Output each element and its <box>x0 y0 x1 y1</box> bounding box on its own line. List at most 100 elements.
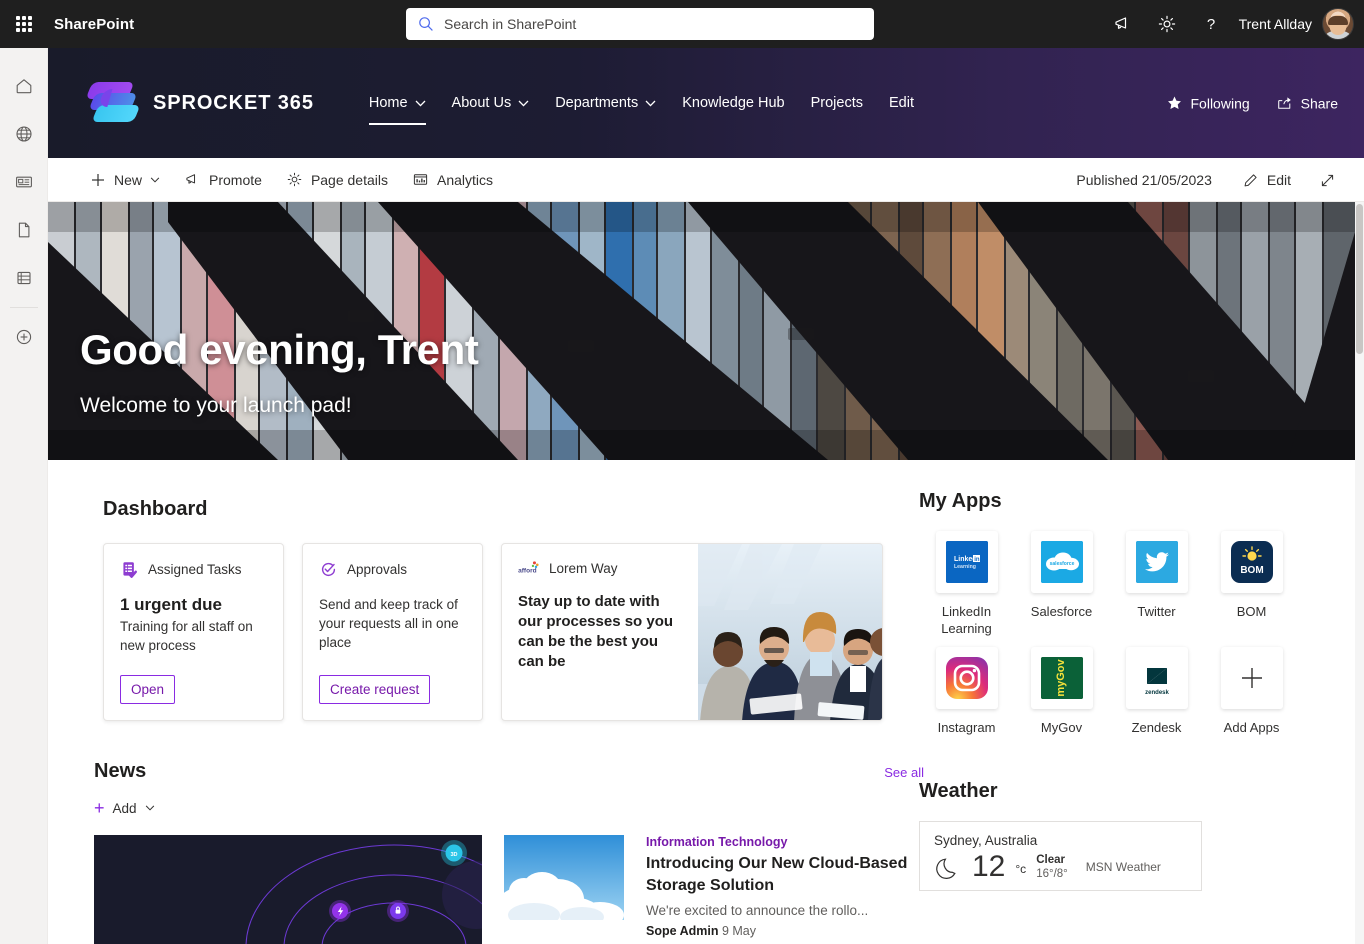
bom-icon: BOM <box>1230 541 1273 583</box>
search-input[interactable] <box>444 16 862 32</box>
plus-circle-icon <box>16 329 31 345</box>
published-status: Published 21/05/2023 <box>1076 172 1212 188</box>
nav-item-edit[interactable]: Edit <box>879 89 924 117</box>
add-news-button[interactable]: + Add <box>94 799 155 817</box>
app-icon-wrap <box>1125 531 1188 593</box>
news-item-featured[interactable]: 3D <box>94 835 482 944</box>
nav-item-home[interactable]: Home <box>359 89 436 125</box>
card-label: Approvals <box>347 562 408 577</box>
hero-subtitle: Welcome to your launch pad! <box>80 394 352 417</box>
svg-text:BOM: BOM <box>1240 565 1263 576</box>
site-navigation: Home About Us Departments Knowledge Hub … <box>359 48 924 158</box>
analytics-label: Analytics <box>437 171 494 188</box>
assigned-tasks-icon <box>123 562 138 578</box>
svg-text:3D: 3D <box>450 852 457 858</box>
my-apps-section: My Apps Linked in Learning LinkedIn Lear… <box>919 490 1299 746</box>
svg-text:zendesk: zendesk <box>1145 690 1169 696</box>
pencil-icon <box>1244 173 1257 186</box>
promote-button[interactable]: Promote <box>172 158 274 202</box>
nav-item-label: Projects <box>810 95 863 111</box>
analytics-button[interactable]: Analytics <box>400 158 505 202</box>
app-label: Zendesk <box>1131 720 1182 735</box>
app-label: Twitter <box>1137 604 1176 619</box>
app-tile-zendesk[interactable]: zendesk Zendesk <box>1109 647 1204 746</box>
following-button[interactable]: Following <box>1166 95 1250 112</box>
sprocket-logo-icon[interactable] <box>85 80 141 126</box>
promote-label: Promote <box>209 171 262 188</box>
search-box[interactable] <box>406 8 874 40</box>
card-label: Assigned Tasks <box>148 562 242 577</box>
app-tile-add-apps[interactable]: Add Apps <box>1204 647 1299 746</box>
sidebar-item-lists[interactable] <box>0 254 48 302</box>
news-category[interactable]: Information Technology <box>646 835 924 849</box>
nav-item-projects[interactable]: Projects <box>801 89 873 117</box>
megaphone-button[interactable] <box>1101 0 1145 48</box>
app-label: BOM <box>1236 604 1267 619</box>
chevron-down-icon <box>150 176 160 183</box>
help-button[interactable]: ? <box>1189 0 1233 48</box>
svg-text:?: ? <box>1206 16 1214 33</box>
app-label: Salesforce <box>1030 604 1093 619</box>
app-tile-salesforce[interactable]: salesforce Salesforce <box>1014 531 1109 647</box>
news-item[interactable]: Information Technology Introducing Our N… <box>504 835 924 944</box>
edit-button[interactable]: Edit <box>1230 158 1303 202</box>
card-approvals[interactable]: Approvals Send and keep track of your re… <box>302 543 483 721</box>
app-icon-wrap: myGov <box>1030 647 1093 709</box>
weather-card[interactable]: Sydney, Australia 12 °c Clear 16°/8° MSN… <box>919 821 1202 891</box>
app-tile-bom[interactable]: BOM BOM <box>1204 531 1299 647</box>
app-launcher-button[interactable] <box>0 0 48 48</box>
gear-icon <box>1158 15 1175 33</box>
home-icon <box>16 79 31 94</box>
edit-label: Edit <box>1266 172 1291 188</box>
page-details-button[interactable]: Page details <box>274 158 400 202</box>
card-body: afford Lorem Way Stay up to date with ou… <box>502 544 698 720</box>
nav-item-label: Edit <box>889 95 914 111</box>
weather-location: Sydney, Australia <box>934 833 1038 848</box>
suite-bar: SharePoint ? Trent Allday <box>0 0 1364 48</box>
sidebar-item-home[interactable] <box>0 62 48 110</box>
app-tile-instagram[interactable]: Instagram <box>919 647 1014 746</box>
avatar[interactable] <box>1322 8 1354 40</box>
expand-button[interactable] <box>1307 158 1348 202</box>
command-bar-right: Published 21/05/2023 Edit <box>1076 158 1348 202</box>
news-snippet: We're excited to announce the rollo... <box>646 903 869 918</box>
share-icon <box>1277 97 1291 109</box>
page-title: Good evening, Trent <box>80 326 479 373</box>
app-icon-wrap: BOM <box>1220 531 1283 593</box>
share-button[interactable]: Share <box>1276 95 1338 112</box>
create-request-button[interactable]: Create request <box>319 675 431 704</box>
open-button[interactable]: Open <box>120 675 176 704</box>
waffle-icon <box>16 16 32 32</box>
sidebar-item-files[interactable] <box>0 206 48 254</box>
card-assigned-tasks[interactable]: Assigned Tasks 1 urgent due Training for… <box>103 543 284 721</box>
news-title[interactable]: Introducing Our New Cloud-Based Storage … <box>646 853 924 897</box>
sidebar-item-create[interactable] <box>0 313 48 361</box>
news-list: 3D Information Technology Introducing Ou… <box>94 835 924 944</box>
nav-item-knowledge-hub[interactable]: Knowledge Hub <box>672 89 794 117</box>
weather-source: MSN Weather <box>1085 860 1161 874</box>
app-tile-mygov[interactable]: myGov MyGov <box>1014 647 1109 746</box>
sidebar-item-sites[interactable] <box>0 110 48 158</box>
site-title[interactable]: SPROCKET 365 <box>153 92 314 115</box>
see-all-link[interactable]: See all <box>884 765 924 780</box>
app-tile-linkedin-learning[interactable]: Linked in Learning LinkedIn Learning <box>919 531 1014 647</box>
new-label: New <box>114 171 143 188</box>
nav-item-departments[interactable]: Departments <box>545 89 666 117</box>
card-header: Approvals <box>319 560 466 579</box>
star-icon <box>1167 96 1181 109</box>
sidebar-item-news[interactable] <box>0 158 48 206</box>
weather-unit: °c <box>1015 862 1027 876</box>
dashboard-heading: Dashboard <box>103 498 208 520</box>
instagram-icon <box>945 657 988 699</box>
suite-title[interactable]: SharePoint <box>54 16 134 33</box>
nav-item-about-us[interactable]: About Us <box>442 89 540 117</box>
card-header: afford Lorem Way <box>518 560 682 576</box>
card-lorem-way[interactable]: afford Lorem Way Stay up to date with ou… <box>501 543 883 721</box>
weather-section: Weather Sydney, Australia 12 °c Clear 16… <box>919 780 1259 891</box>
page-scrollbar[interactable] <box>1355 202 1364 944</box>
user-name[interactable]: Trent Allday <box>1239 16 1312 32</box>
scrollbar-thumb[interactable] <box>1356 204 1363 354</box>
new-button[interactable]: New <box>78 158 172 202</box>
app-tile-twitter[interactable]: Twitter <box>1109 531 1204 647</box>
settings-button[interactable] <box>1145 0 1189 48</box>
